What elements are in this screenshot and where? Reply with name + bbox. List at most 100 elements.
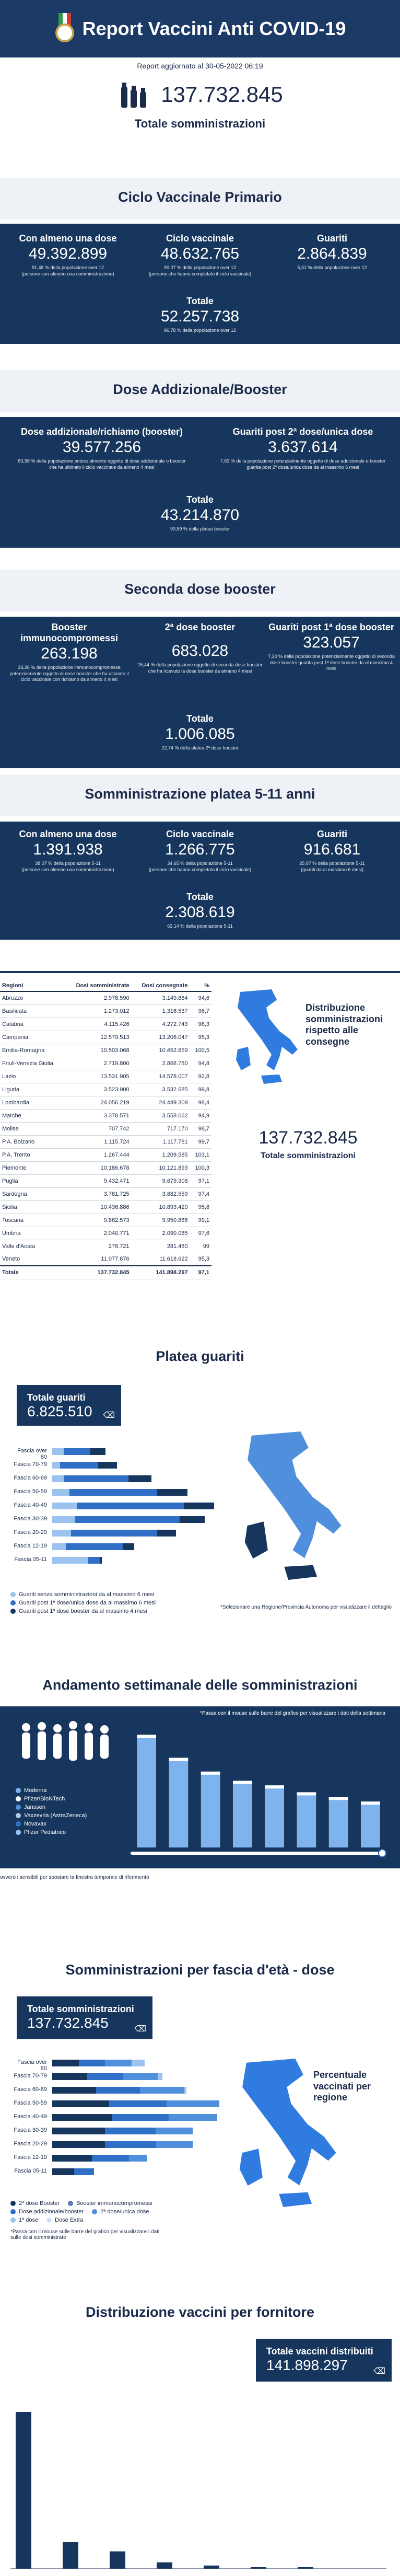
weekly-footnote: ovvero i sensibili per spostare la fines…	[0, 1875, 149, 1880]
bar-segment[interactable]	[78, 2060, 105, 2066]
bar-segment[interactable]	[52, 2087, 97, 2094]
bar-segment[interactable]	[96, 2087, 140, 2094]
col-header[interactable]: Regioni	[0, 980, 65, 992]
supplier-bar[interactable]	[157, 2562, 172, 2569]
bar-segment[interactable]	[52, 1448, 64, 1455]
italy-map-icon[interactable]	[230, 987, 303, 1086]
age-doses-title: Somministrazioni per fascia d'età - dose	[65, 1962, 335, 1978]
bar-segment[interactable]	[52, 1557, 89, 1564]
bar-segment[interactable]	[105, 2128, 156, 2134]
bar-segment[interactable]	[77, 1503, 184, 1509]
weekly-bar-cap	[265, 1785, 284, 1789]
bar-segment[interactable]	[52, 2100, 110, 2107]
col-header[interactable]: Dosi somministrate	[64, 980, 132, 992]
bar-segment[interactable]	[52, 2141, 105, 2148]
bar-segment[interactable]	[140, 2087, 184, 2094]
bar-segment[interactable]	[52, 1516, 75, 1523]
weekly-chart[interactable]	[131, 1727, 386, 1847]
bar-segment[interactable]	[122, 1543, 134, 1550]
bar-segment[interactable]	[157, 1530, 177, 1537]
eraser-icon[interactable]: ⌫	[134, 2024, 146, 2034]
bar-segment[interactable]	[52, 2073, 88, 2080]
weekly-bar[interactable]	[297, 1792, 316, 1847]
bar-segment[interactable]	[52, 2060, 79, 2066]
weekly-bar[interactable]	[201, 1771, 220, 1847]
bar-segment[interactable]	[157, 1489, 187, 1496]
bar-segment[interactable]	[98, 1462, 117, 1469]
recovered-chart[interactable]: Fascia over 80 Fascia 70-79 Fascia 60-69 Fa…	[10, 1448, 219, 1584]
bar-segment[interactable]	[122, 2073, 158, 2080]
suppliers-chart[interactable]	[10, 2391, 386, 2574]
bar-segment[interactable]	[111, 2114, 169, 2121]
weekly-bar[interactable]	[328, 1797, 348, 1847]
bar-segment[interactable]	[52, 1475, 64, 1482]
supplier-bar[interactable]	[251, 2567, 266, 2569]
bar-segment[interactable]	[74, 2168, 94, 2175]
bar-segment[interactable]	[88, 1557, 100, 1564]
bar-segment[interactable]	[75, 1516, 180, 1523]
bar-segment[interactable]	[52, 2128, 105, 2134]
bar-segment[interactable]	[69, 1489, 157, 1496]
bar-segment[interactable]	[129, 2155, 147, 2162]
table-cell: 1.273.012	[64, 1004, 132, 1018]
legend-item: Novavax	[16, 1821, 87, 1827]
bar-segment[interactable]	[169, 2114, 217, 2121]
bar-segment[interactable]	[60, 1462, 98, 1469]
bar-segment[interactable]	[71, 1530, 157, 1537]
bar-segment[interactable]	[52, 2155, 92, 2162]
supplier-bar[interactable]	[298, 2567, 313, 2569]
weekly-bar-cap	[361, 1801, 380, 1805]
bar-segment[interactable]	[166, 2100, 219, 2107]
slider-handle[interactable]	[378, 1849, 386, 1857]
bar-segment[interactable]	[52, 2168, 75, 2175]
time-range-slider[interactable]	[131, 1849, 386, 1857]
bar-segment[interactable]	[180, 1516, 205, 1523]
category-label: Fascia 40-49	[14, 2113, 47, 2120]
bar-segment[interactable]	[155, 2128, 193, 2134]
bar-segment[interactable]	[183, 1503, 214, 1509]
recovered-italy-map-icon[interactable]	[235, 1427, 350, 1584]
bar-segment[interactable]	[105, 2141, 156, 2148]
bar-segment[interactable]	[90, 1448, 106, 1455]
stat-label: Dose addizionale/richiamo (booster)	[20, 426, 183, 437]
weekly-bar[interactable]	[169, 1758, 189, 1847]
bar-segment[interactable]	[91, 2155, 130, 2162]
stat-label: Con almeno una dose	[19, 233, 117, 244]
regions-table: Regioni Dosi somministrate Dosi consegna…	[0, 980, 211, 1279]
table-row: Puglia 9.432.471 9.679.308 97,1	[0, 1174, 211, 1188]
supplier-bar[interactable]	[16, 2412, 31, 2569]
supplier-bar[interactable]	[204, 2566, 219, 2569]
age-doses-chart[interactable]: Fascia over 80 Fascia 70-79 Fascia 60-69 Fa…	[10, 2059, 225, 2190]
supplier-bar[interactable]	[63, 2542, 78, 2569]
eraser-icon[interactable]: ⌫	[373, 2366, 385, 2376]
bar-segment[interactable]	[52, 1462, 60, 1469]
bar-segment[interactable]	[52, 1530, 72, 1537]
supplier-bar[interactable]	[110, 2551, 125, 2569]
bar-segment[interactable]	[65, 1543, 123, 1550]
weekly-bar-cap	[233, 1781, 252, 1784]
bar-segment[interactable]	[63, 1475, 128, 1482]
col-header[interactable]: Dosi consegnate	[131, 980, 190, 992]
bar-segment[interactable]	[52, 2114, 112, 2121]
weekly-bar[interactable]	[361, 1801, 380, 1847]
bar-segment[interactable]	[100, 1557, 102, 1564]
bar-segment[interactable]	[52, 1543, 66, 1550]
bar-segment[interactable]	[109, 2100, 167, 2107]
bar-segment[interactable]	[63, 1448, 90, 1455]
eraser-icon[interactable]: ⌫	[103, 1410, 115, 1420]
bar-segment[interactable]	[105, 2060, 132, 2066]
weekly-bar[interactable]	[265, 1785, 284, 1847]
bar-segment[interactable]	[128, 1475, 151, 1482]
bar-segment[interactable]	[131, 2060, 145, 2066]
bar-segment[interactable]	[158, 2073, 162, 2080]
bar-segment[interactable]	[87, 2073, 123, 2080]
weekly-bar[interactable]	[233, 1781, 252, 1847]
bar-segment[interactable]	[52, 1503, 77, 1509]
bar-segment[interactable]	[52, 1489, 69, 1496]
weekly-bar[interactable]	[137, 1735, 156, 1847]
kids-total: Totale 2.308.619 63,14 % della popolazio…	[143, 892, 257, 930]
bar-segment[interactable]	[184, 2087, 186, 2094]
col-header[interactable]: %	[190, 980, 211, 992]
bar-segment[interactable]	[155, 2141, 193, 2148]
stat-value: 52.257.738	[160, 308, 240, 325]
